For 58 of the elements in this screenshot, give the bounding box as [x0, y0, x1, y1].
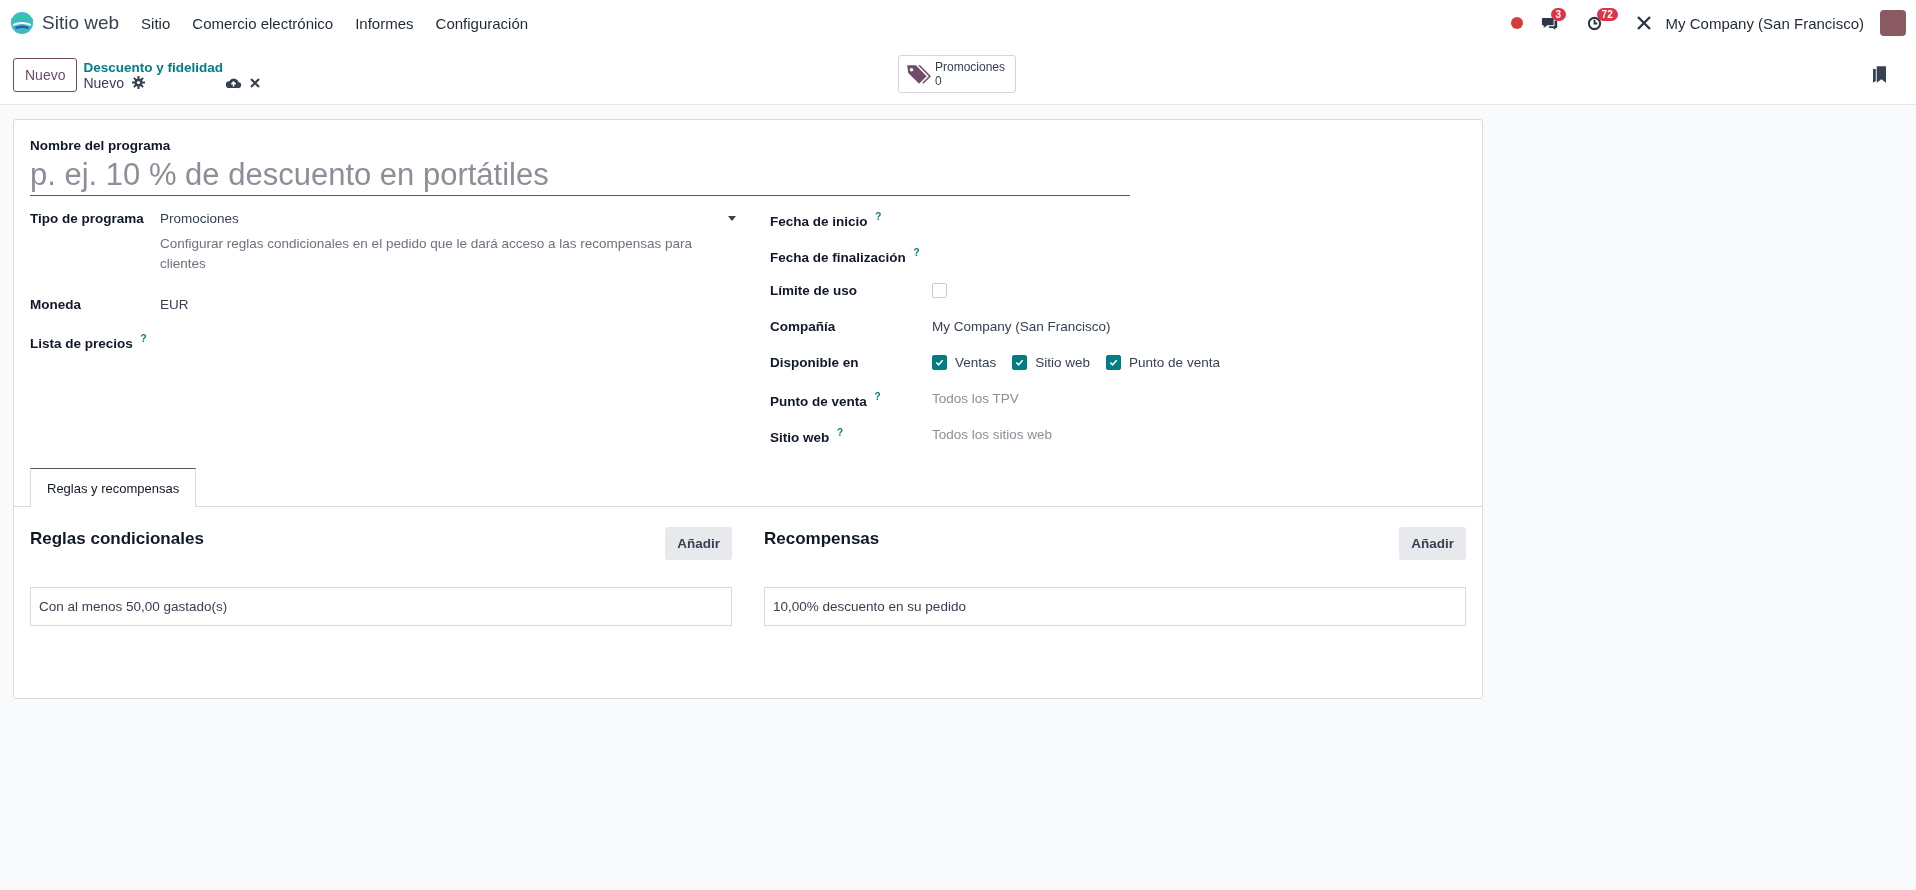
- field-value[interactable]: EUR: [160, 297, 189, 312]
- record-name: Nuevo: [83, 74, 124, 91]
- app-name[interactable]: Sitio web: [42, 12, 120, 34]
- gear-icon[interactable]: [131, 76, 145, 89]
- section-title: Recompensas: [764, 528, 880, 549]
- cloud-upload-icon[interactable]: [224, 76, 242, 89]
- help-text: Configurar reglas condicionales en el pedido que le dará acceso a las recompensas para clientes: [160, 235, 694, 273]
- checkbox[interactable]: [932, 283, 947, 298]
- field-label: Disponible en: [770, 355, 859, 370]
- checkmark-icon: [935, 358, 944, 367]
- activity-count-badge: 72: [1596, 7, 1618, 21]
- checkbox-label[interactable]: Sitio web: [1035, 355, 1091, 370]
- add-button[interactable]: Añadir: [1399, 527, 1466, 560]
- company-switcher[interactable]: My Company (San Francisco): [1665, 14, 1864, 32]
- field-label: Lista de precios: [30, 335, 133, 351]
- close-icon[interactable]: [249, 77, 260, 88]
- field-label: Tipo de programa: [30, 211, 144, 226]
- help-tooltip-mark[interactable]: ?: [140, 333, 147, 344]
- field-label: Punto de venta: [770, 393, 867, 409]
- list-row[interactable]: 10,00% descuento en su pedido: [764, 587, 1466, 626]
- checkbox-label[interactable]: Punto de venta: [1129, 355, 1220, 370]
- help-tooltip-mark[interactable]: ?: [913, 247, 920, 258]
- bookmarks-icon[interactable]: [1873, 66, 1886, 83]
- clock-icon[interactable]: [1586, 15, 1602, 31]
- checkbox-label[interactable]: Ventas: [955, 355, 997, 370]
- field-label: Fecha de finalización: [770, 249, 906, 265]
- breadcrumb-link[interactable]: Descuento y fidelidad: [83, 59, 260, 75]
- status-dot[interactable]: [1510, 17, 1523, 29]
- help-tooltip-mark[interactable]: ?: [837, 427, 844, 438]
- program-type-select[interactable]: Promociones: [160, 211, 740, 226]
- section-title: Reglas condicionales: [30, 528, 204, 549]
- menu-item[interactable]: Configuración: [435, 14, 529, 32]
- menu-item[interactable]: Informes: [355, 14, 414, 32]
- checkbox[interactable]: [932, 355, 947, 370]
- help-tooltip-mark[interactable]: ?: [874, 391, 881, 402]
- checkbox[interactable]: [1012, 355, 1028, 370]
- menu-item[interactable]: Sitio: [141, 14, 171, 32]
- field-label: Sitio web: [770, 429, 830, 445]
- field-label: Compañía: [770, 319, 836, 334]
- caret-icon: [728, 216, 736, 221]
- add-button[interactable]: Añadir: [665, 527, 732, 560]
- menu-item[interactable]: Comercio electrónico: [192, 14, 334, 32]
- checkmark-icon: [1109, 358, 1119, 367]
- checkmark-icon: [1015, 358, 1025, 367]
- checkbox[interactable]: [1106, 355, 1122, 370]
- field-label: Nombre del programa: [30, 138, 172, 153]
- tags-icon: [905, 63, 931, 85]
- new-button[interactable]: Nuevo: [13, 58, 78, 92]
- list-row[interactable]: Con al menos 50,00 gastado(s): [30, 587, 732, 626]
- field-value[interactable]: My Company (San Francisco): [932, 319, 1111, 334]
- tab[interactable]: Reglas y recompensas: [30, 468, 197, 507]
- promotions-smart-button[interactable]: Promociones 0: [898, 55, 1017, 93]
- message-count-badge: 3: [1550, 7, 1567, 21]
- help-tooltip-mark[interactable]: ?: [875, 211, 882, 222]
- field-label: Fecha de inicio: [770, 213, 868, 229]
- field-label: Moneda: [30, 297, 81, 312]
- field-label: Límite de uso: [770, 283, 857, 298]
- app-logo-icon[interactable]: [10, 11, 34, 35]
